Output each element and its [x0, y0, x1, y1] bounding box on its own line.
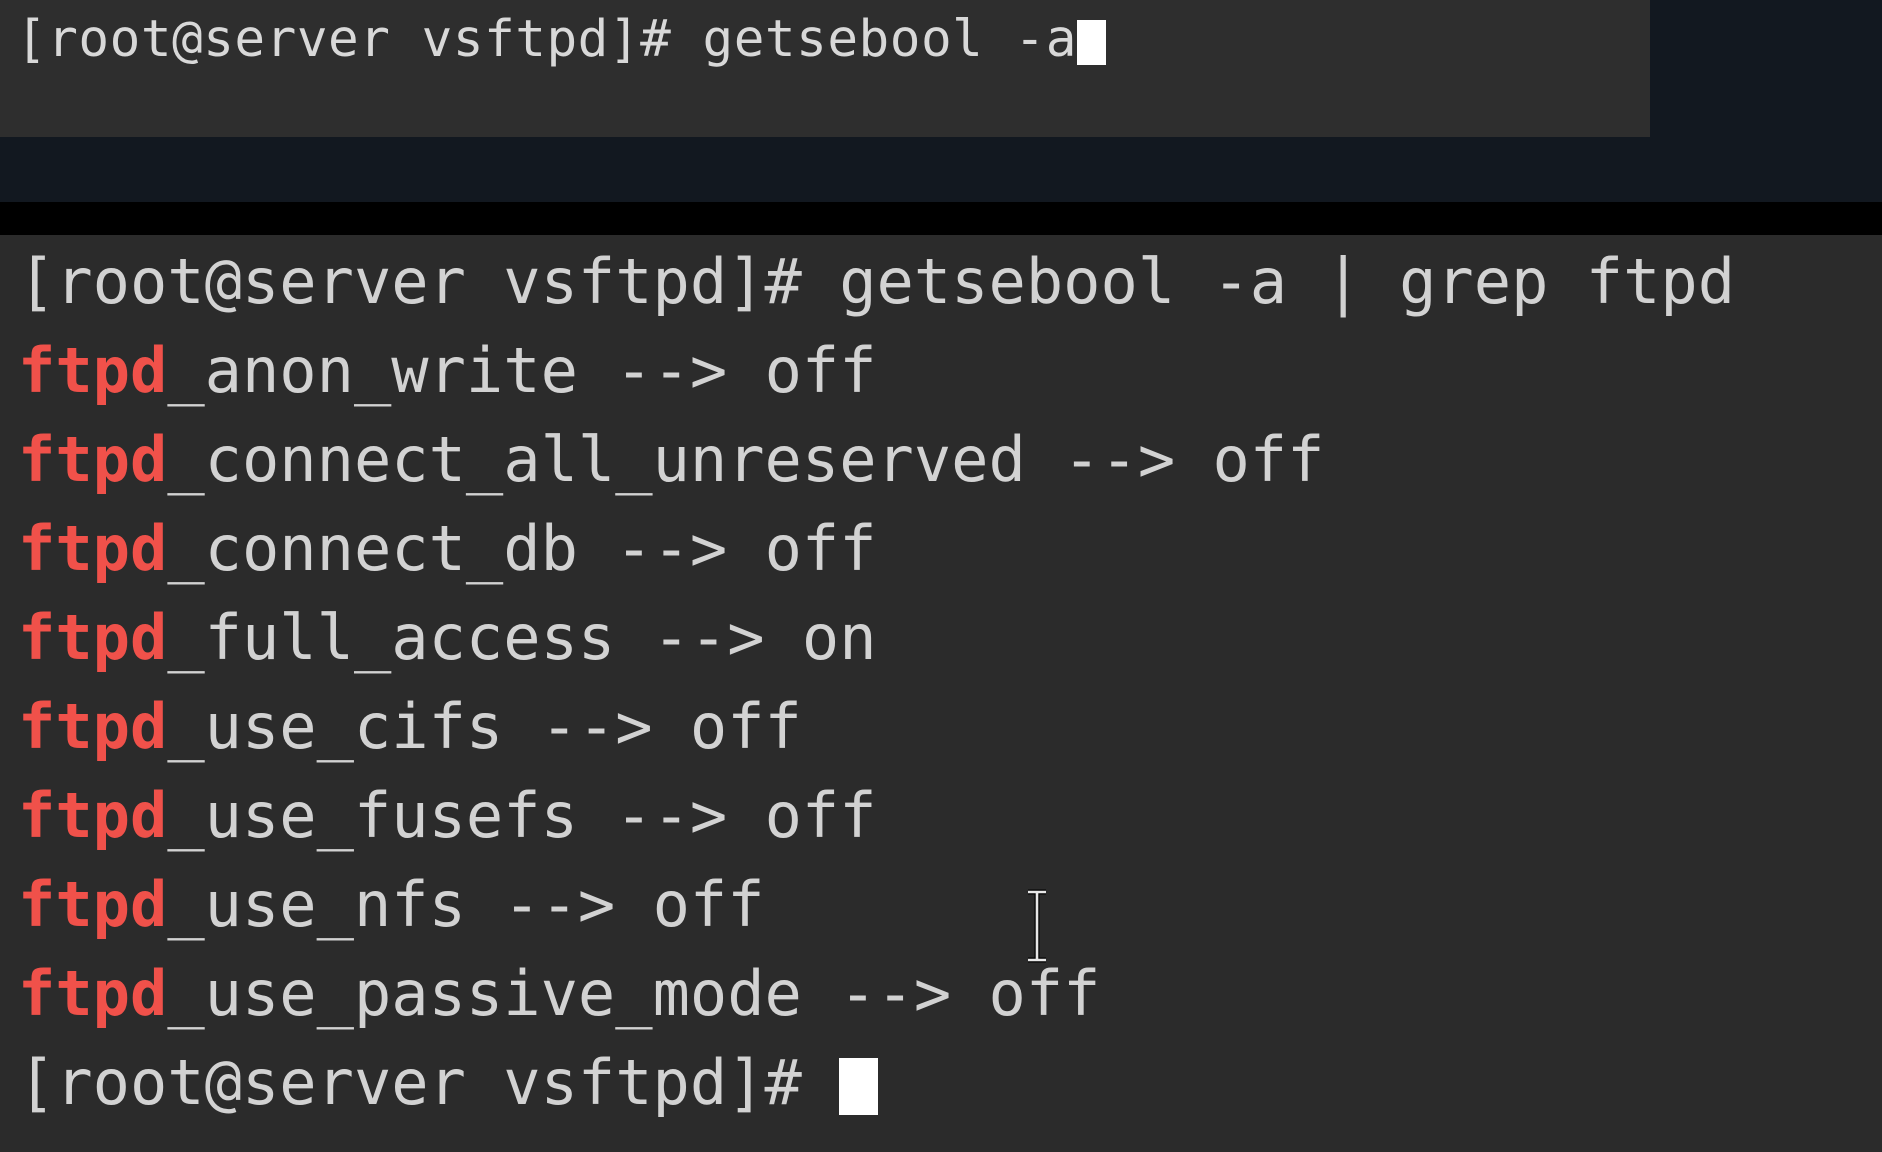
- row-space: [951, 957, 988, 1030]
- main-terminal-pane[interactable]: [root@server vsftpd]# getsebool -a | gre…: [0, 235, 1882, 1152]
- terminal-command-line: [root@server vsftpd]# getsebool -a | gre…: [18, 237, 1882, 326]
- row-space: [578, 779, 615, 852]
- row-space: [1175, 423, 1212, 496]
- boolean-value: off: [764, 334, 877, 407]
- arrow-glyph: -->: [503, 868, 616, 941]
- grep-match-token: ftpd: [18, 601, 168, 674]
- row-space: [466, 868, 503, 941]
- text-caret-block-cursor: [1076, 19, 1106, 65]
- terminal-output-row: ftpd_anon_write --> off: [18, 326, 1882, 415]
- terminal-final-prompt-line: [root@server vsftpd]#: [18, 1038, 1882, 1127]
- terminal-output-row: ftpd_connect_db --> off: [18, 504, 1882, 593]
- row-space: [765, 601, 802, 674]
- grep-match-token: ftpd: [18, 868, 168, 941]
- terminal-command-text: [root@server vsftpd]# getsebool -a | gre…: [18, 245, 1736, 318]
- boolean-value: off: [1212, 423, 1325, 496]
- row-space: [1026, 423, 1063, 496]
- terminal-prompt: [root@server vsftpd]#: [18, 1046, 840, 1119]
- arrow-glyph: -->: [1063, 423, 1176, 496]
- screen-root: [root@server vsftpd]# getsebool -a [root…: [0, 0, 1882, 1152]
- arrow-glyph: -->: [540, 690, 653, 763]
- boolean-value: off: [988, 957, 1101, 1030]
- boolean-name-suffix: _use_passive_mode: [167, 957, 802, 1030]
- boolean-name-suffix: _use_fusefs: [167, 779, 578, 852]
- boolean-value: off: [689, 690, 802, 763]
- boolean-name-suffix: _use_nfs: [167, 868, 466, 941]
- row-space: [503, 690, 540, 763]
- grep-match-token: ftpd: [18, 779, 168, 852]
- boolean-name-suffix: _connect_all_unreserved: [167, 423, 1026, 496]
- row-space: [727, 779, 764, 852]
- row-space: [578, 512, 615, 585]
- terminal-output-row: ftpd_connect_all_unreserved --> off: [18, 415, 1882, 504]
- top-terminal-pane[interactable]: [root@server vsftpd]# getsebool -a: [0, 0, 1650, 137]
- boolean-value: off: [764, 779, 877, 852]
- terminal-output-row: ftpd_use_cifs --> off: [18, 682, 1882, 771]
- grep-match-token: ftpd: [18, 690, 168, 763]
- terminal-output-row: ftpd_full_access --> on: [18, 593, 1882, 682]
- row-space: [653, 690, 690, 763]
- row-space: [727, 512, 764, 585]
- boolean-name-suffix: _anon_write: [167, 334, 578, 407]
- grep-match-token: ftpd: [18, 957, 168, 1030]
- boolean-value: off: [764, 512, 877, 585]
- arrow-glyph: -->: [615, 334, 728, 407]
- row-space: [615, 601, 652, 674]
- arrow-glyph: -->: [652, 601, 765, 674]
- boolean-name-suffix: _connect_db: [167, 512, 578, 585]
- black-separator-band: [0, 202, 1882, 235]
- row-space: [615, 868, 652, 941]
- arrow-glyph: -->: [839, 957, 952, 1030]
- row-space: [802, 957, 839, 1030]
- boolean-name-suffix: _use_cifs: [167, 690, 504, 763]
- grep-match-token: ftpd: [18, 423, 168, 496]
- top-terminal-command-line: [root@server vsftpd]# getsebool -a: [16, 9, 1106, 71]
- text-caret-block-cursor: [839, 1057, 878, 1115]
- arrow-glyph: -->: [615, 779, 728, 852]
- top-terminal-prompt: [root@server vsftpd]#: [16, 10, 703, 69]
- grep-match-token: ftpd: [18, 334, 168, 407]
- row-space: [727, 334, 764, 407]
- terminal-output: [root@server vsftpd]# getsebool -a | gre…: [18, 237, 1882, 1127]
- boolean-value: off: [652, 868, 765, 941]
- boolean-value: on: [801, 601, 877, 674]
- top-terminal-command-text: getsebool -a: [702, 10, 1077, 69]
- terminal-output-row: ftpd_use_fusefs --> off: [18, 771, 1882, 860]
- terminal-output-row: ftpd_use_nfs --> off: [18, 860, 1882, 949]
- boolean-name-suffix: _full_access: [167, 601, 616, 674]
- arrow-glyph: -->: [615, 512, 728, 585]
- row-space: [578, 334, 615, 407]
- grep-match-token: ftpd: [18, 512, 168, 585]
- background-gap-band: [0, 137, 1882, 202]
- terminal-output-row: ftpd_use_passive_mode --> off: [18, 949, 1882, 1038]
